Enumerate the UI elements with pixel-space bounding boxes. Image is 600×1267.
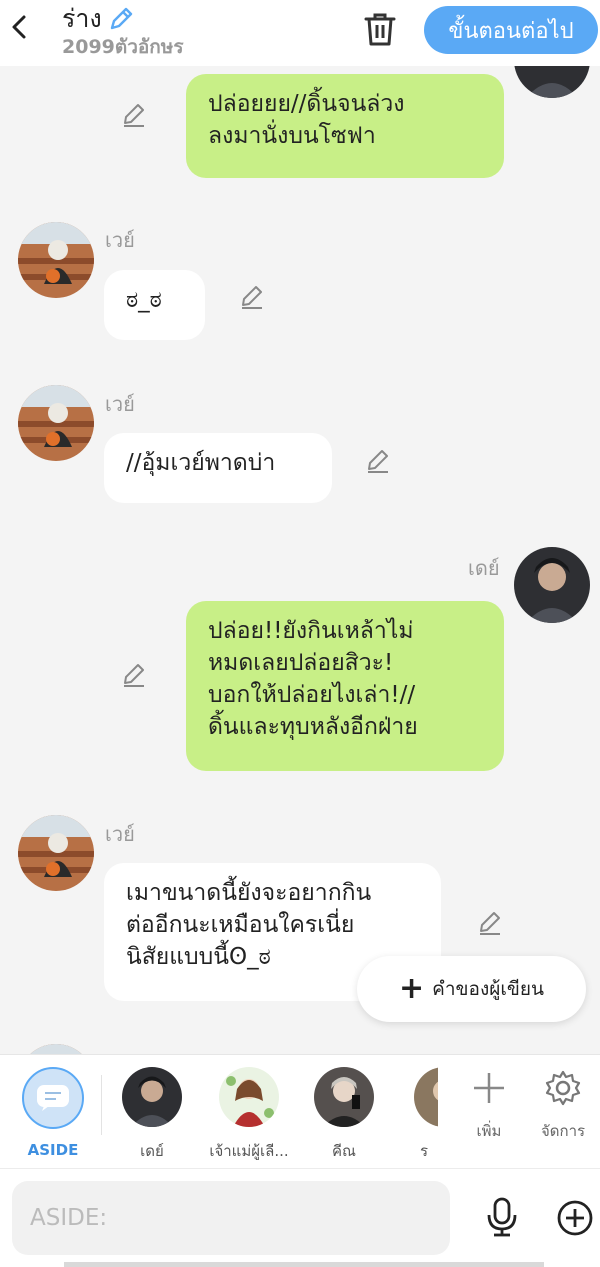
plus-icon	[474, 1073, 504, 1103]
top-bar: ร่าง 2099ตัวอักษร ขั้นตอนต่อไป	[0, 0, 600, 66]
avatar-day	[122, 1067, 182, 1127]
microphone-icon[interactable]	[484, 1197, 520, 1237]
character-aside[interactable]: ASIDE	[8, 1065, 98, 1159]
edit-title-pencil-icon[interactable]	[106, 4, 136, 34]
manage-button[interactable]: จัดการ	[528, 1069, 598, 1143]
message-bubble-3[interactable]: //อุ้มเวย์พาดบ่า	[104, 433, 332, 503]
add-character-button[interactable]: เพิ่ม	[454, 1069, 524, 1143]
avatar-mother-writer	[219, 1067, 279, 1127]
chat-bubble-icon	[37, 1085, 69, 1111]
character-label-mother-writer: เจ้าแม่ผู้เลี...	[209, 1142, 289, 1160]
add-label: เพิ่ม	[476, 1122, 502, 1140]
character-partial[interactable]: ร	[414, 1065, 438, 1163]
plus-circle-icon[interactable]	[556, 1199, 594, 1237]
message-bubble-1[interactable]: ปล่อยยย//ดิ้นจนล่วง ลงมานั่งบนโซฟา	[186, 74, 504, 178]
character-label-day: เดย์	[140, 1142, 164, 1160]
avatar-way[interactable]	[18, 1044, 94, 1054]
draft-title: ร่าง	[62, 4, 102, 33]
avatar-way[interactable]	[18, 815, 94, 891]
character-selector-bar: ASIDE เดย์ เจ้าแม่ผู้เลี... คีณ ร เพิ่ม	[0, 1054, 600, 1168]
trash-icon[interactable]	[362, 10, 398, 48]
avatar-day[interactable]	[514, 66, 590, 98]
aside-avatar	[22, 1067, 84, 1129]
character-count: 2099ตัวอักษร	[62, 36, 184, 58]
edit-message-3-pencil-icon[interactable]	[364, 446, 392, 474]
gear-icon	[545, 1070, 581, 1106]
message-bubble-4[interactable]: ปล่อย!!ยังกินเหล้าไม่ หมดเลยปล่อยสิวะ! บ…	[186, 601, 504, 771]
avatar-way[interactable]	[18, 222, 94, 298]
character-label-partial: ร	[420, 1142, 429, 1160]
chat-area[interactable]: ปล่อยยย//ดิ้นจนล่วง ลงมานั่งบนโซฟา เวย์ …	[0, 66, 600, 1054]
keyboard-edge	[64, 1262, 544, 1267]
edit-message-5-pencil-icon[interactable]	[476, 908, 504, 936]
avatar-day[interactable]	[514, 547, 590, 623]
character-label-kheen: คีณ	[332, 1142, 356, 1160]
back-arrow-icon[interactable]	[8, 12, 30, 42]
message-input-bar: ASIDE:	[0, 1168, 600, 1267]
sender-name-way: เวย์	[105, 228, 135, 252]
avatar-way[interactable]	[18, 385, 94, 461]
message-input[interactable]: ASIDE:	[12, 1181, 450, 1255]
author-note-button[interactable]: + คำของผู้เขียน	[357, 956, 586, 1022]
avatar-partial	[414, 1067, 438, 1127]
plus-icon: +	[399, 971, 425, 1006]
avatar-kheen	[314, 1067, 374, 1127]
manage-label: จัดการ	[540, 1122, 586, 1140]
character-kheen[interactable]: คีณ	[299, 1065, 389, 1163]
edit-message-4-pencil-icon[interactable]	[120, 660, 148, 688]
character-day[interactable]: เดย์	[107, 1065, 197, 1163]
edit-message-1-pencil-icon[interactable]	[120, 100, 148, 128]
divider	[101, 1075, 102, 1135]
edit-message-2-pencil-icon[interactable]	[238, 282, 266, 310]
sender-name-way: เวย์	[105, 822, 135, 846]
draft-title-block: ร่าง 2099ตัวอักษร	[62, 2, 184, 58]
author-note-label: คำของผู้เขียน	[432, 978, 544, 1000]
next-step-button[interactable]: ขั้นตอนต่อไป	[424, 6, 598, 54]
character-mother-writer[interactable]: เจ้าแม่ผู้เลี...	[194, 1065, 304, 1163]
character-label-aside: ASIDE	[27, 1141, 79, 1159]
sender-name-day: เดย์	[468, 556, 500, 580]
sender-name-way: เวย์	[105, 392, 135, 416]
message-bubble-2[interactable]: ಠ_ಠ	[104, 270, 205, 340]
